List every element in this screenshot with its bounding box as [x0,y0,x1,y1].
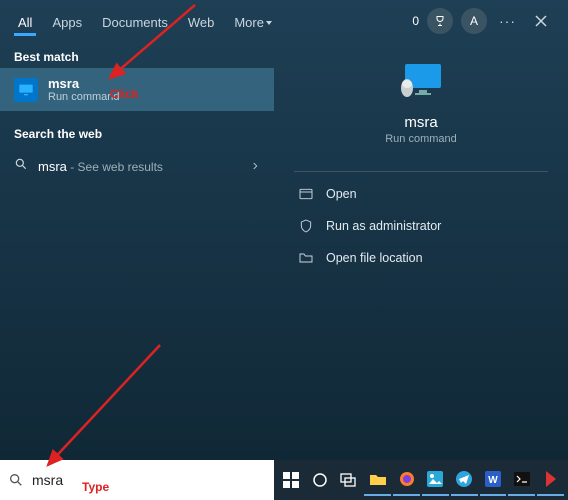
taskbar-app-gallery[interactable] [422,464,449,496]
divider [294,171,548,172]
taskbar-app-terminal[interactable] [508,464,535,496]
preview-column: msra Run command Open Run as administrat… [274,42,568,460]
run-command-icon [14,78,38,102]
shield-icon [298,218,314,234]
taskbar-app-telegram[interactable] [451,464,478,496]
results-column: Best match msra Run command Search the w… [0,42,274,460]
chevron-right-icon [250,158,260,176]
more-options-icon[interactable]: ··· [495,13,520,29]
msra-app-icon [397,62,445,102]
taskbar-app-generic[interactable] [537,464,564,496]
tab-documents[interactable]: Documents [92,3,178,40]
cortana-button[interactable] [307,464,334,496]
action-open-label: Open [326,187,357,201]
web-result[interactable]: msra - See web results [0,149,274,184]
preview-hero: msra Run command [294,52,548,161]
rewards-icon[interactable] [427,8,453,34]
action-run-admin[interactable]: Run as administrator [294,210,548,242]
best-match-subtitle: Run command [48,91,120,103]
rewards-count: 0 [412,14,419,28]
taskbar-search-box[interactable] [0,460,274,500]
preview-subtitle: Run command [385,133,457,145]
task-view-button[interactable] [336,464,363,496]
search-web-header: Search the web [0,119,274,145]
web-result-suffix: - See web results [67,160,163,174]
preview-title: msra [404,114,437,131]
web-result-term: msra [38,159,67,174]
folder-icon [298,250,314,266]
best-match-result[interactable]: msra Run command [0,68,274,111]
chevron-down-icon [266,21,272,25]
start-search-panel: All Apps Documents Web More 0 A ··· Best… [0,0,568,460]
close-button[interactable] [528,8,554,34]
tab-web[interactable]: Web [178,3,225,40]
account-avatar[interactable]: A [461,8,487,34]
open-icon [298,186,314,202]
tab-all[interactable]: All [8,3,42,40]
best-match-title: msra [48,76,120,91]
action-run-admin-label: Run as administrator [326,219,441,233]
search-icon [8,472,24,488]
tab-apps[interactable]: Apps [42,3,92,40]
search-input[interactable] [32,472,266,488]
tab-more[interactable]: More [224,3,282,40]
taskbar-app-word[interactable]: W [480,464,507,496]
filter-tabs: All Apps Documents Web More 0 A ··· [0,0,568,42]
taskbar: W [274,460,568,500]
best-match-header: Best match [0,42,274,68]
start-button[interactable] [278,464,305,496]
svg-text:W: W [488,475,498,486]
action-open-location[interactable]: Open file location [294,242,548,274]
action-open[interactable]: Open [294,178,548,210]
taskbar-app-file-explorer[interactable] [364,464,391,496]
action-open-location-label: Open file location [326,251,423,265]
taskbar-app-firefox[interactable] [393,464,420,496]
search-icon [14,157,28,176]
